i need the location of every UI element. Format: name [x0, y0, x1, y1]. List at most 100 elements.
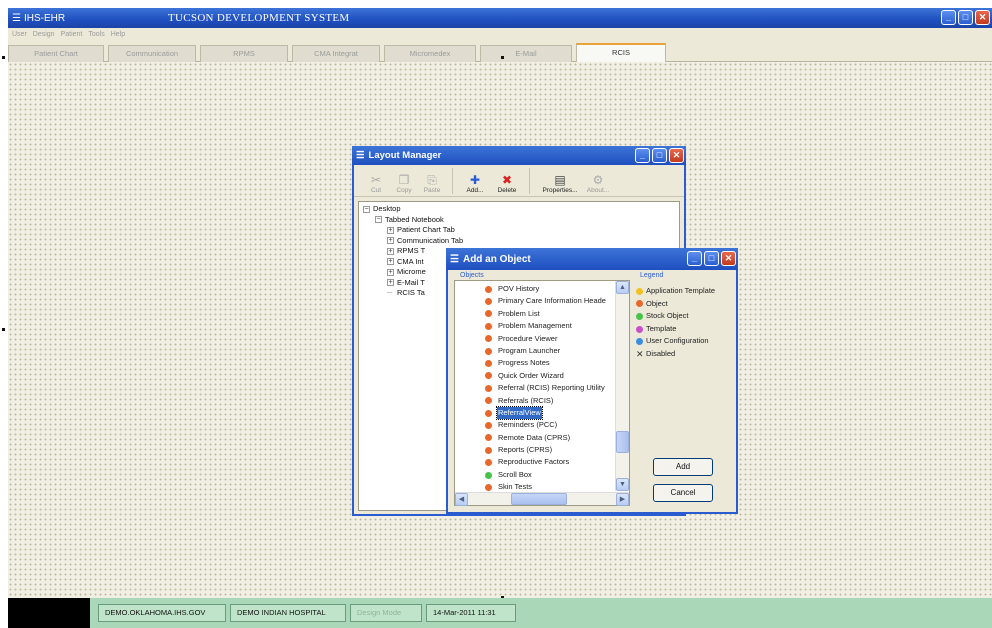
paste-button[interactable]: ⎘ Paste: [418, 174, 446, 196]
cut-button[interactable]: ✂ Cut: [362, 174, 390, 196]
legend-color-icon: [636, 312, 643, 320]
expand-icon[interactable]: +: [387, 268, 394, 276]
object-list-item[interactable]: Reminders (PCC): [485, 419, 615, 431]
legend-panel: Application Template Object Stock Object Te…: [632, 280, 734, 378]
object-list-item[interactable]: Quick Order Wizard: [485, 370, 615, 382]
about-button[interactable]: ⚙ About...: [584, 174, 612, 196]
collapse-icon[interactable]: −: [375, 216, 382, 224]
about-label: About...: [586, 187, 610, 194]
tab-micromedex[interactable]: Micromedex: [384, 45, 476, 62]
maximize-button[interactable]: □: [958, 10, 973, 25]
add-object-cancel-button[interactable]: Cancel: [653, 484, 713, 502]
tree-node[interactable]: + Communication Tab: [363, 236, 675, 247]
object-label: Reports (CPRS): [498, 445, 553, 455]
maximize-button[interactable]: □: [704, 251, 719, 266]
properties-label: Properties...: [542, 187, 578, 194]
vertical-scroll-thumb[interactable]: [616, 431, 629, 453]
toolbar-separator: [529, 168, 530, 194]
collapse-icon[interactable]: −: [363, 205, 370, 213]
minimize-button[interactable]: _: [687, 251, 702, 266]
tab-cma-integrat[interactable]: CMA Integrat: [292, 45, 380, 62]
objects-vertical-scrollbar[interactable]: ▲ ▼: [615, 281, 629, 491]
close-button[interactable]: ✕: [721, 251, 736, 266]
object-label: Scroll Box: [498, 469, 532, 479]
scroll-right-icon[interactable]: ▶: [616, 493, 629, 506]
tab-rpms[interactable]: RPMS: [200, 45, 288, 62]
legend-label: Legend: [640, 272, 664, 279]
objects-horizontal-scrollbar[interactable]: ◀ ▶: [455, 492, 629, 506]
tree-node-label: Microme: [397, 267, 426, 276]
tree-node[interactable]: − Tabbed Notebook: [363, 215, 675, 226]
object-list-item[interactable]: Reproductive Factors: [485, 456, 615, 468]
selection-handle[interactable]: [501, 56, 504, 59]
object-list-item[interactable]: Scroll Box: [485, 469, 615, 481]
object-label: Quick Order Wizard: [498, 370, 564, 380]
layout-manager-title-bar: ☰ Layout Manager _ □ ✕: [352, 146, 686, 165]
disabled-x-icon: ✕: [636, 348, 644, 359]
minimize-button[interactable]: _: [635, 148, 650, 163]
object-list-item[interactable]: Referrals (RCIS): [485, 395, 615, 407]
legend-item: Application Template: [636, 285, 734, 298]
properties-button[interactable]: ▤ Properties...: [536, 174, 584, 196]
object-list-item[interactable]: Problem Management: [485, 320, 615, 332]
scroll-down-icon[interactable]: ▼: [616, 478, 629, 491]
delete-button[interactable]: ✖ Delete: [491, 174, 523, 196]
menu-item-help[interactable]: Help: [111, 31, 125, 38]
tab-e-mail[interactable]: E-Mail: [480, 45, 572, 62]
status-facility[interactable]: DEMO INDIAN HOSPITAL: [230, 604, 346, 622]
object-list-item[interactable]: Progress Notes: [485, 357, 615, 369]
legend-color-icon: [636, 287, 643, 295]
object-type-icon: [485, 335, 492, 343]
object-list-item[interactable]: Referral (RCIS) Reporting Utility: [485, 382, 615, 394]
expand-icon[interactable]: +: [387, 258, 394, 266]
expand-icon[interactable]: +: [387, 237, 394, 245]
legend-color-icon: [636, 325, 643, 333]
expand-icon[interactable]: +: [387, 247, 394, 255]
tab-patient-chart[interactable]: Patient Chart: [8, 45, 104, 62]
object-list-item[interactable]: ReferralView: [485, 405, 615, 421]
minimize-button[interactable]: _: [941, 10, 956, 25]
object-list-item[interactable]: Procedure Viewer: [485, 333, 615, 345]
object-list-item[interactable]: Remote Data (CPRS): [485, 432, 615, 444]
object-list-item[interactable]: Reports (CPRS): [485, 444, 615, 456]
close-button[interactable]: ✕: [669, 148, 684, 163]
expand-icon[interactable]: +: [387, 279, 394, 287]
object-type-icon: [485, 347, 492, 355]
add-object-add-button[interactable]: Add: [653, 458, 713, 476]
add-label: Add...: [466, 187, 484, 194]
maximize-button[interactable]: □: [652, 148, 667, 163]
close-button[interactable]: ✕: [975, 10, 990, 25]
horizontal-scroll-thumb[interactable]: [511, 493, 567, 505]
menu-item-tools[interactable]: Tools: [88, 31, 104, 38]
object-list-item[interactable]: Primary Care Information Heade: [485, 295, 615, 307]
tab-communication[interactable]: Communication: [108, 45, 196, 62]
legend-item: Object: [636, 298, 734, 311]
menu-item-patient[interactable]: Patient: [61, 31, 83, 38]
tree-node-label: E-Mail T: [397, 277, 425, 287]
status-bar: DEMO.OKLAHOMA.IHS.GOV DEMO INDIAN HOSPIT…: [8, 598, 992, 628]
tree-node-label: Communication Tab: [397, 235, 464, 245]
menu-item-design[interactable]: Design: [33, 31, 55, 38]
selection-handle[interactable]: [2, 328, 5, 331]
selection-handle[interactable]: [2, 56, 5, 59]
scroll-left-icon[interactable]: ◀: [455, 493, 468, 506]
status-server[interactable]: DEMO.OKLAHOMA.IHS.GOV: [98, 604, 226, 622]
object-list-item[interactable]: Problem List: [485, 308, 615, 320]
window-icon: ☰: [450, 253, 459, 265]
copy-button[interactable]: ❐ Copy: [390, 174, 418, 196]
tab-rcis[interactable]: RCIS: [576, 43, 666, 63]
object-label: Referrals (RCIS): [498, 395, 554, 405]
add-button[interactable]: ✚ Add...: [459, 174, 491, 196]
tree-node[interactable]: − Desktop: [363, 204, 675, 215]
gear-icon: ⚙: [592, 173, 604, 187]
object-label: Reproductive Factors: [498, 457, 570, 467]
object-type-icon: [485, 421, 492, 429]
expand-icon[interactable]: +: [387, 226, 394, 234]
objects-list[interactable]: POV History Primary Care Information Head…: [454, 280, 630, 506]
menu-item-user[interactable]: User: [12, 31, 27, 38]
object-list-item[interactable]: Program Launcher: [485, 345, 615, 357]
tree-node[interactable]: + Patient Chart Tab: [363, 225, 675, 236]
add-object-title-bar: ☰ Add an Object _ □ ✕: [446, 248, 738, 270]
object-list-item[interactable]: POV History: [485, 283, 615, 295]
scroll-up-icon[interactable]: ▲: [616, 281, 629, 294]
